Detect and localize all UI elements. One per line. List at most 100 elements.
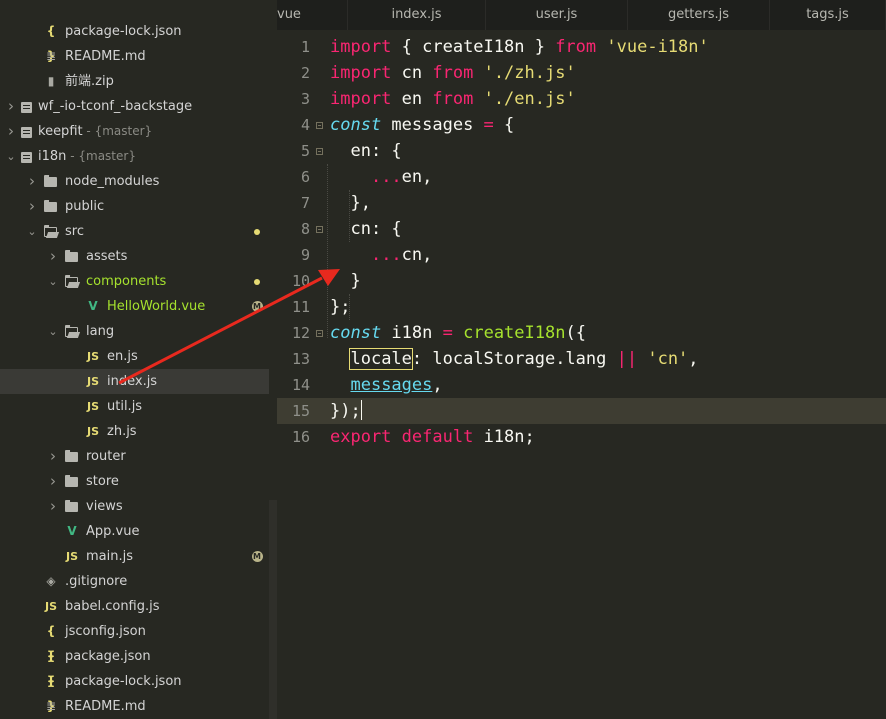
tree-item-label: en.js	[107, 344, 138, 369]
chevron-down-icon[interactable]: ⌄	[5, 144, 17, 169]
repo-icon	[21, 126, 34, 138]
chevron-right-icon[interactable]: ›	[26, 169, 38, 194]
tree-item[interactable]: › views	[0, 494, 269, 519]
tree-item-label: views	[86, 494, 123, 519]
tree-item[interactable]: JS zh.js	[0, 419, 269, 444]
code-line[interactable]: };	[330, 294, 350, 320]
tree-item[interactable]: › wf_-io-tconf_-backstage	[0, 94, 269, 119]
tree-item-name: assets	[86, 249, 128, 264]
tree-item[interactable]: › router	[0, 444, 269, 469]
code-line[interactable]: import en from './en.js'	[330, 86, 576, 112]
code-line[interactable]: }	[330, 268, 360, 294]
sidebar-scrollbar[interactable]	[269, 500, 277, 719]
folder-icon	[65, 500, 78, 512]
chevron-down-icon[interactable]: ⌄	[26, 219, 38, 244]
folder-icon	[44, 175, 57, 187]
tree-item[interactable]: ▮ 前端.zip	[0, 69, 269, 94]
code-line[interactable]: },	[330, 190, 370, 216]
tab-vue[interactable]: vue	[277, 0, 348, 30]
tree-item[interactable]: ⌄ src	[0, 219, 269, 244]
folder-open-icon	[65, 275, 78, 287]
tree-item[interactable]: { } jsconfig.json	[0, 619, 269, 663]
tree-item[interactable]: { } package.json	[0, 644, 269, 688]
tree-item-label: index.js	[107, 369, 157, 394]
chevron-right-icon[interactable]: ›	[47, 244, 59, 269]
tree-item[interactable]: { } package-lock.json	[0, 669, 269, 713]
chevron-right-icon[interactable]: ›	[5, 119, 17, 144]
tab-index-js[interactable]: index.js	[348, 0, 486, 30]
tree-item-label: i18n - {master}	[38, 144, 136, 169]
code-line[interactable]: ...cn,	[330, 242, 432, 268]
tree-item[interactable]: JS util.js	[0, 394, 269, 419]
chevron-right-icon[interactable]: ›	[47, 444, 59, 469]
tree-item[interactable]: ⌄ components	[0, 269, 269, 294]
tab-getters-js[interactable]: getters.js	[628, 0, 770, 30]
tree-item[interactable]: V App.vue	[0, 519, 269, 544]
file-js-icon: JS	[86, 425, 99, 438]
tree-item[interactable]: › node_modules	[0, 169, 269, 194]
tree-item[interactable]: ⌄ i18n - {master}	[0, 144, 269, 169]
tree-item-label: lang	[86, 319, 114, 344]
tree-item[interactable]: ⌄ lang	[0, 319, 269, 344]
chevron-right-icon[interactable]: ›	[47, 494, 59, 519]
tree-item-name: router	[86, 449, 126, 464]
git-branch-label: - {master}	[66, 149, 136, 163]
indent-guide	[327, 164, 328, 338]
tree-item-label: .gitignore	[65, 569, 127, 594]
tree-item[interactable]: › keepfit - {master}	[0, 119, 269, 144]
folder-icon	[65, 450, 78, 462]
code-line[interactable]: });	[330, 398, 362, 424]
modified-badge: M	[251, 551, 263, 562]
tab-user-js[interactable]: user.js	[486, 0, 628, 30]
code-line[interactable]: en: {	[330, 138, 401, 164]
fold-toggle-icon[interactable]	[316, 148, 323, 155]
chevron-down-icon[interactable]: ⌄	[47, 319, 59, 344]
tree-item[interactable]: JS index.js	[0, 369, 269, 394]
code-line[interactable]: const messages = {	[330, 112, 514, 138]
tree-item-name: README.md	[65, 699, 146, 714]
chevron-right-icon[interactable]: ›	[47, 469, 59, 494]
file-vue-icon: V	[88, 299, 98, 313]
modified-badge: M	[251, 301, 263, 312]
code-line[interactable]: ...en,	[330, 164, 432, 190]
tree-item[interactable]: ≣ README.md	[0, 44, 269, 69]
folder-open-icon	[44, 225, 57, 237]
file-json-icon: { }	[46, 24, 56, 63]
tree-item[interactable]: JS babel.config.js	[0, 594, 269, 619]
code-line[interactable]: cn: {	[330, 216, 401, 242]
chevron-right-icon[interactable]: ›	[5, 94, 17, 119]
tree-item-name: store	[86, 474, 119, 489]
code-line[interactable]: export default i18n;	[330, 424, 535, 450]
tree-item[interactable]: ≣ README.md	[0, 694, 269, 719]
code-line[interactable]: import { createI18n } from 'vue-i18n'	[330, 34, 709, 60]
line-number: 4	[300, 116, 310, 134]
code-line[interactable]: locale: localStorage.lang || 'cn',	[330, 346, 699, 372]
file-js-icon: JS	[86, 350, 99, 363]
tree-item[interactable]: { } package-lock.json	[0, 19, 269, 63]
chevron-down-icon[interactable]: ⌄	[47, 269, 59, 294]
tree-item[interactable]: ◈ .gitignore	[0, 569, 269, 594]
fold-toggle-icon[interactable]	[316, 122, 323, 129]
tree-item-name: package-lock.json	[65, 24, 182, 39]
line-number: 5	[300, 142, 310, 160]
fold-toggle-icon[interactable]	[316, 330, 323, 337]
chevron-right-icon[interactable]: ›	[26, 194, 38, 219]
tree-item[interactable]: V HelloWorld.vue M	[0, 294, 269, 319]
tab-tags-js[interactable]: tags.js	[770, 0, 886, 30]
repo-icon	[21, 151, 34, 163]
tree-item-name: lang	[86, 324, 115, 339]
file-js-icon: JS	[86, 400, 99, 413]
tree-item[interactable]: › public	[0, 194, 269, 219]
tree-item[interactable]: JS en.js	[0, 344, 269, 369]
fold-toggle-icon[interactable]	[316, 226, 323, 233]
tree-item[interactable]: JS main.js M	[0, 544, 269, 569]
code-line[interactable]: import cn from './zh.js'	[330, 60, 576, 86]
tree-item[interactable]: › assets	[0, 244, 269, 269]
tree-item[interactable]: › store	[0, 469, 269, 494]
code-editor[interactable]: 1 import { createI18n } from 'vue-i18n' 2 i…	[277, 30, 886, 719]
code-line[interactable]: messages,	[330, 372, 442, 398]
file-js-icon: JS	[65, 550, 78, 563]
tree-item-name: .gitignore	[65, 574, 128, 589]
tree-item-label: HelloWorld.vue	[107, 294, 205, 319]
code-line[interactable]: const i18n = createI18n({	[330, 320, 586, 346]
